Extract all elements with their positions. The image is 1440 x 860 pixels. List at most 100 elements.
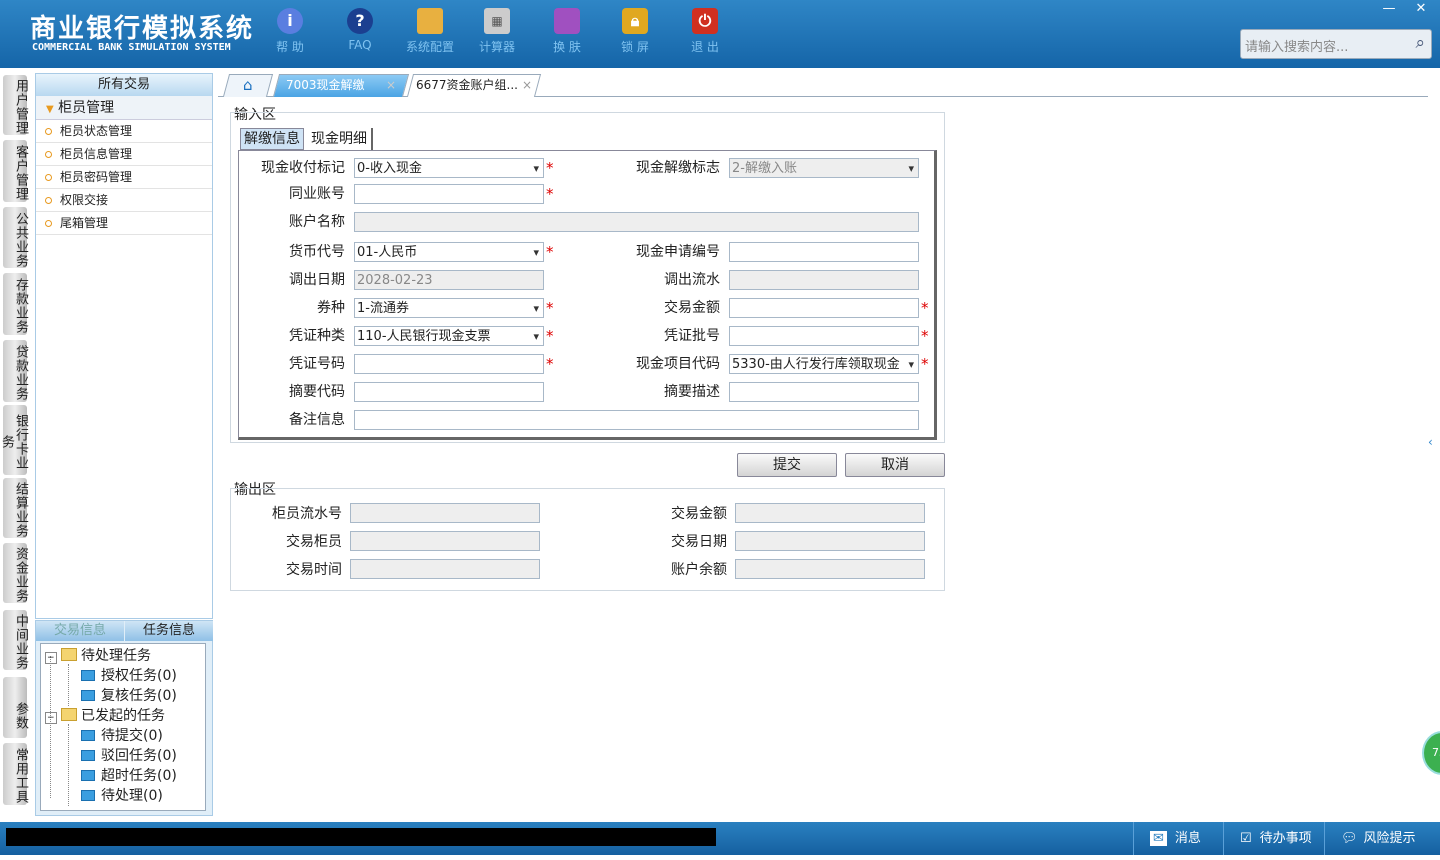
skin-button[interactable]: 换 肤	[537, 8, 597, 55]
side-tab-loan[interactable]: 贷款业务	[3, 340, 28, 402]
amount-input[interactable]	[729, 298, 919, 318]
tab-home[interactable]: ⌂	[222, 74, 274, 97]
field-value: 0-收入现金	[357, 161, 422, 176]
output-time-field	[350, 559, 540, 579]
side-tab-funds[interactable]: 资金业务	[3, 543, 28, 603]
nav-item-cash-box[interactable]: 尾箱管理	[36, 212, 212, 235]
expand-panel-icon[interactable]: ‹	[1428, 435, 1433, 449]
close-tab-icon[interactable]: ×	[386, 75, 396, 96]
required-mark: *	[546, 327, 554, 345]
lock-button[interactable]: 🔒︎ 锁 屏	[605, 8, 665, 55]
subtab-cash-detail[interactable]: 现金明细	[307, 128, 373, 150]
amount-label: 交易金额	[664, 300, 720, 316]
todo-label: 待办事项	[1259, 831, 1312, 846]
side-tab-settlement[interactable]: 结算业务	[3, 478, 28, 538]
remark-input[interactable]	[354, 410, 919, 430]
nav-item-permission-handover[interactable]: 权限交接	[36, 189, 212, 212]
nav-item-teller-password[interactable]: 柜员密码管理	[36, 166, 212, 189]
out-date-input: 2028-02-23	[354, 270, 544, 290]
search-icon[interactable]: ⌕	[1415, 33, 1425, 53]
tab-label: 7003现金解缴	[285, 78, 365, 92]
tree-leaf-rejected[interactable]: 驳回任务(0)	[81, 745, 177, 765]
side-tab-user-management[interactable]: 用户管理	[3, 75, 28, 135]
voucher-type-select[interactable]: 110-人民银行现金支票	[354, 326, 544, 346]
tree-leaf-auth-task[interactable]: 授权任务(0)	[81, 665, 177, 685]
nav-item-teller-info[interactable]: 柜员信息管理	[36, 143, 212, 166]
help-button[interactable]: i 帮 助	[260, 8, 320, 55]
cash-flag-label: 现金收付标记	[261, 160, 345, 176]
tab-task-info[interactable]: 任务信息	[125, 621, 213, 641]
cancel-button[interactable]: 取消	[845, 453, 945, 477]
speech-alert-icon: 💬︎	[1341, 831, 1358, 846]
output-teller-label: 交易柜员	[286, 534, 342, 550]
tree-label: 授权任务(0)	[101, 668, 177, 684]
note-type-label: 券种	[317, 300, 345, 316]
config-label: 系统配置	[405, 40, 454, 54]
tree-leaf-timeout[interactable]: 超时任务(0)	[81, 765, 177, 785]
tab-6677[interactable]: 6677资金账户组... ×	[406, 74, 542, 97]
checkbox-icon: ☑	[1240, 831, 1252, 846]
output-balance-label: 账户余额	[671, 562, 727, 578]
summary-code-input[interactable]	[354, 382, 544, 402]
apply-no-input[interactable]	[729, 242, 919, 262]
side-tab-public-business[interactable]: 公共业务	[3, 207, 28, 268]
output-teller-serial-field	[350, 503, 540, 523]
folder-open-icon	[61, 708, 77, 721]
side-tab-tools[interactable]: 常用工具	[3, 743, 28, 805]
nav-group-teller-management[interactable]: ▼ 柜员管理	[36, 96, 212, 120]
tree-leaf-to-process[interactable]: 待处理(0)	[81, 785, 163, 805]
nav-item-teller-status[interactable]: 柜员状态管理	[36, 120, 212, 143]
tab-7003[interactable]: 7003现金解缴 ×	[272, 74, 410, 97]
submit-button[interactable]: 提交	[737, 453, 837, 477]
messages-button[interactable]: ✉ 消息	[1133, 822, 1223, 855]
risk-label: 风险提示	[1363, 831, 1416, 846]
summary-desc-input[interactable]	[729, 382, 919, 402]
close-window-button[interactable]: ✕	[1406, 0, 1436, 18]
faq-label: FAQ	[348, 38, 372, 52]
risk-alert-button[interactable]: 💬︎ 风险提示	[1324, 822, 1440, 855]
subtab-settle-info[interactable]: 解缴信息	[240, 128, 304, 150]
tree-leaf-to-submit[interactable]: 待提交(0)	[81, 725, 163, 745]
output-date-label: 交易日期	[671, 534, 727, 550]
exit-button[interactable]: ⏻ 退 出	[675, 8, 735, 55]
note-type-select[interactable]: 1-流通券	[354, 298, 544, 318]
float-badge[interactable]: 73	[1422, 731, 1440, 775]
tab-transaction-info[interactable]: 交易信息	[36, 621, 124, 641]
side-tab-customer-management[interactable]: 客户管理	[3, 140, 28, 202]
search-input[interactable]: 请输入搜索内容... ⌕	[1240, 29, 1432, 59]
system-config-button[interactable]: 系统配置	[400, 8, 460, 55]
todo-button[interactable]: ☑ 待办事项	[1223, 822, 1323, 855]
minimize-button[interactable]: —	[1374, 0, 1404, 18]
settle-flag-select[interactable]: 2-解缴入账	[729, 158, 919, 178]
field-value: 2028-02-23	[357, 273, 433, 288]
output-teller-serial-label: 柜员流水号	[272, 506, 342, 522]
peer-account-input[interactable]	[354, 184, 544, 204]
app-title: 商业银行模拟系统	[30, 14, 255, 44]
calculator-icon: ▦	[484, 8, 510, 34]
cash-flag-select[interactable]: 0-收入现金	[354, 158, 544, 178]
item-code-select[interactable]: 5330-由人行发行库领取现金	[729, 354, 919, 374]
faq-button[interactable]: ? FAQ	[330, 8, 390, 52]
collapse-icon[interactable]: −	[45, 712, 57, 724]
folder-icon	[81, 770, 95, 781]
side-tab-parameters[interactable]: 参数	[3, 677, 28, 738]
side-tab-intermediary[interactable]: 中间业务	[3, 610, 28, 670]
calculator-button[interactable]: ▦ 计算器	[467, 8, 527, 55]
close-tab-icon[interactable]: ×	[522, 75, 532, 96]
settle-flag-label: 现金解缴标志	[636, 160, 720, 176]
caret-down-icon: ▼	[46, 104, 54, 115]
voucher-batch-label: 凭证批号	[664, 328, 720, 344]
voucher-no-input[interactable]	[354, 354, 544, 374]
collapse-icon[interactable]: −	[45, 652, 57, 664]
tree-leaf-review-task[interactable]: 复核任务(0)	[81, 685, 177, 705]
side-tab-bank-card[interactable]: 银行卡业务	[0, 405, 28, 475]
side-tab-deposit[interactable]: 存款业务	[3, 273, 28, 335]
tree-node-pending[interactable]: − 待处理任务	[45, 645, 151, 665]
currency-select[interactable]: 01-人民币	[354, 242, 544, 262]
tree-node-initiated[interactable]: − 已发起的任务	[45, 705, 165, 725]
question-icon: ?	[347, 8, 373, 34]
required-mark: *	[546, 243, 554, 261]
summary-code-label: 摘要代码	[289, 384, 345, 400]
voucher-batch-input[interactable]	[729, 326, 919, 346]
lock-label: 锁 屏	[621, 40, 649, 54]
